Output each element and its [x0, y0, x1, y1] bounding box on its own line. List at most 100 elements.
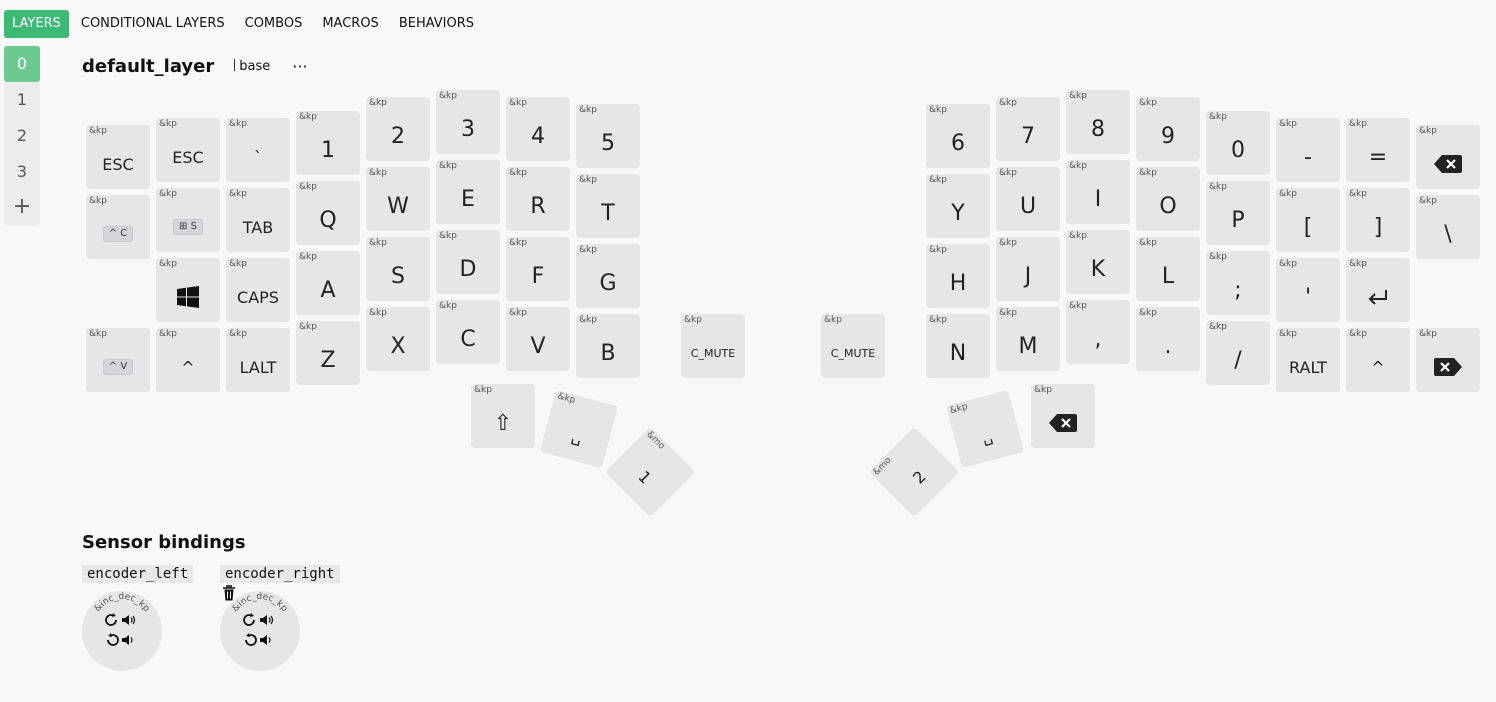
- key-backspace-thumb[interactable]: &kp: [1031, 384, 1095, 448]
- key-label: \: [1444, 221, 1452, 247]
- key-t[interactable]: &kp T: [576, 174, 640, 238]
- key-c-mute-right[interactable]: &kp C_MUTE: [821, 314, 885, 378]
- key-label: J: [1024, 263, 1032, 289]
- key-label: ]: [1373, 214, 1383, 240]
- key-b[interactable]: &kp B: [576, 314, 640, 378]
- key-behavior: &kp: [1139, 98, 1157, 108]
- windows-icon: ⊞: [179, 221, 188, 232]
- encoder-knob[interactable]: &inc_dec_kp: [82, 591, 162, 671]
- key-enter[interactable]: &kp: [1346, 258, 1410, 322]
- key-caps[interactable]: &kp CAPS: [226, 258, 290, 322]
- key-behavior: &kp: [1209, 112, 1227, 122]
- key-7[interactable]: &kp 7: [996, 97, 1060, 161]
- key-2[interactable]: &kp 2: [366, 97, 430, 161]
- key-0[interactable]: &kp 0: [1206, 111, 1270, 175]
- key-k[interactable]: &kp K: [1066, 230, 1130, 294]
- key-shift[interactable]: &kp ⇧: [471, 384, 535, 448]
- key-label: 2: [391, 123, 405, 149]
- key-label: H: [949, 270, 967, 296]
- key-behavior: &kp: [824, 315, 842, 325]
- key-behavior: &kp: [299, 182, 317, 192]
- key-j[interactable]: &kp J: [996, 237, 1060, 301]
- key-f[interactable]: &kp F: [506, 237, 570, 301]
- key-e[interactable]: &kp E: [436, 160, 500, 224]
- key-a[interactable]: &kp A: [296, 251, 360, 315]
- key-1[interactable]: &kp 1: [296, 111, 360, 175]
- key-w[interactable]: &kp W: [366, 167, 430, 231]
- encoder-knob[interactable]: &inc_dec_kp: [220, 591, 300, 671]
- key-q[interactable]: &kp Q: [296, 181, 360, 245]
- key-mo-1[interactable]: &mo 1: [604, 426, 696, 518]
- key-m[interactable]: &kp M: [996, 307, 1060, 371]
- key-3[interactable]: &kp 3: [436, 90, 500, 154]
- key-label: 1: [321, 137, 335, 163]
- key-ralt[interactable]: &kp RALT: [1276, 328, 1340, 392]
- key-caret[interactable]: &kp ^: [156, 328, 220, 392]
- key-label: 5: [601, 130, 615, 156]
- key-behavior: &kp: [369, 168, 387, 178]
- key-l[interactable]: &kp L: [1136, 237, 1200, 301]
- key-y[interactable]: &kp Y: [926, 174, 990, 238]
- key-label: ^ C: [102, 226, 134, 242]
- key-delete[interactable]: &kp: [1416, 328, 1480, 392]
- key-c[interactable]: &kp C: [436, 300, 500, 364]
- key-u[interactable]: &kp U: [996, 167, 1060, 231]
- key-c-mute-left[interactable]: &kp C_MUTE: [681, 314, 745, 378]
- key-8[interactable]: &kp 8: [1066, 90, 1130, 154]
- key-grave[interactable]: &kp `: [226, 118, 290, 182]
- key-semicolon[interactable]: &kp ;: [1206, 251, 1270, 315]
- key-slash[interactable]: &kp /: [1206, 321, 1270, 385]
- key-rbracket[interactable]: &kp ]: [1346, 188, 1410, 252]
- key-esc-outer[interactable]: &kp ESC: [86, 125, 150, 189]
- key-esc[interactable]: &kp ESC: [156, 118, 220, 182]
- key-z[interactable]: &kp Z: [296, 321, 360, 385]
- key-behavior: &kp: [1069, 161, 1087, 171]
- key-label: N: [949, 340, 967, 366]
- key-lalt[interactable]: &kp LALT: [226, 328, 290, 392]
- key-g[interactable]: &kp G: [576, 244, 640, 308]
- key-x[interactable]: &kp X: [366, 307, 430, 371]
- key-minus[interactable]: &kp -: [1276, 118, 1340, 182]
- svg-text:&inc_dec_kp: &inc_dec_kp: [231, 592, 290, 614]
- key-behavior: &kp: [684, 315, 702, 325]
- key-4[interactable]: &kp 4: [506, 97, 570, 161]
- encoder-right: encoder_right &inc_dec_kp: [220, 563, 358, 671]
- key-n[interactable]: &kp N: [926, 314, 990, 378]
- key-label: ': [1304, 284, 1312, 310]
- key-comma[interactable]: &kp ,: [1066, 300, 1130, 364]
- key-ctrl-c[interactable]: &kp ^ C: [86, 195, 150, 259]
- key-v[interactable]: &kp V: [506, 307, 570, 371]
- key-space-left[interactable]: &kp ␣: [539, 389, 619, 469]
- key-equal[interactable]: &kp =: [1346, 118, 1410, 182]
- key-label: 2: [908, 466, 930, 488]
- key-p[interactable]: &kp P: [1206, 181, 1270, 245]
- key-windows[interactable]: &kp: [156, 258, 220, 322]
- key-dot[interactable]: &kp .: [1136, 307, 1200, 371]
- key-space-right[interactable]: &kp ␣: [945, 389, 1025, 469]
- key-behavior: &kp: [229, 259, 247, 269]
- key-i[interactable]: &kp I: [1066, 160, 1130, 224]
- key-behavior: &kp: [229, 329, 247, 339]
- key-behavior: &kp: [1069, 301, 1087, 311]
- key-tab[interactable]: &kp TAB: [226, 188, 290, 252]
- key-d[interactable]: &kp D: [436, 230, 500, 294]
- key-behavior: &kp: [89, 126, 107, 136]
- key-9[interactable]: &kp 9: [1136, 97, 1200, 161]
- key-label: M: [1018, 333, 1038, 359]
- key-s[interactable]: &kp S: [366, 237, 430, 301]
- key-mo-2[interactable]: &mo 2: [868, 426, 960, 518]
- key-backslash[interactable]: &kp \: [1416, 195, 1480, 259]
- key-r[interactable]: &kp R: [506, 167, 570, 231]
- key-6[interactable]: &kp 6: [926, 104, 990, 168]
- key-backspace-top[interactable]: &kp: [1416, 125, 1480, 189]
- key-lbracket[interactable]: &kp [: [1276, 188, 1340, 252]
- key-win-s[interactable]: &kp ⊞ S: [156, 188, 220, 252]
- key-ctrl-v[interactable]: &kp ^ V: [86, 328, 150, 392]
- volume-up-icon: [105, 613, 136, 626]
- key-o[interactable]: &kp O: [1136, 167, 1200, 231]
- key-h[interactable]: &kp H: [926, 244, 990, 308]
- key-label: I: [1094, 186, 1102, 212]
- key-5[interactable]: &kp 5: [576, 104, 640, 168]
- key-quote[interactable]: &kp ': [1276, 258, 1340, 322]
- key-caret-right[interactable]: &kp ^: [1346, 328, 1410, 392]
